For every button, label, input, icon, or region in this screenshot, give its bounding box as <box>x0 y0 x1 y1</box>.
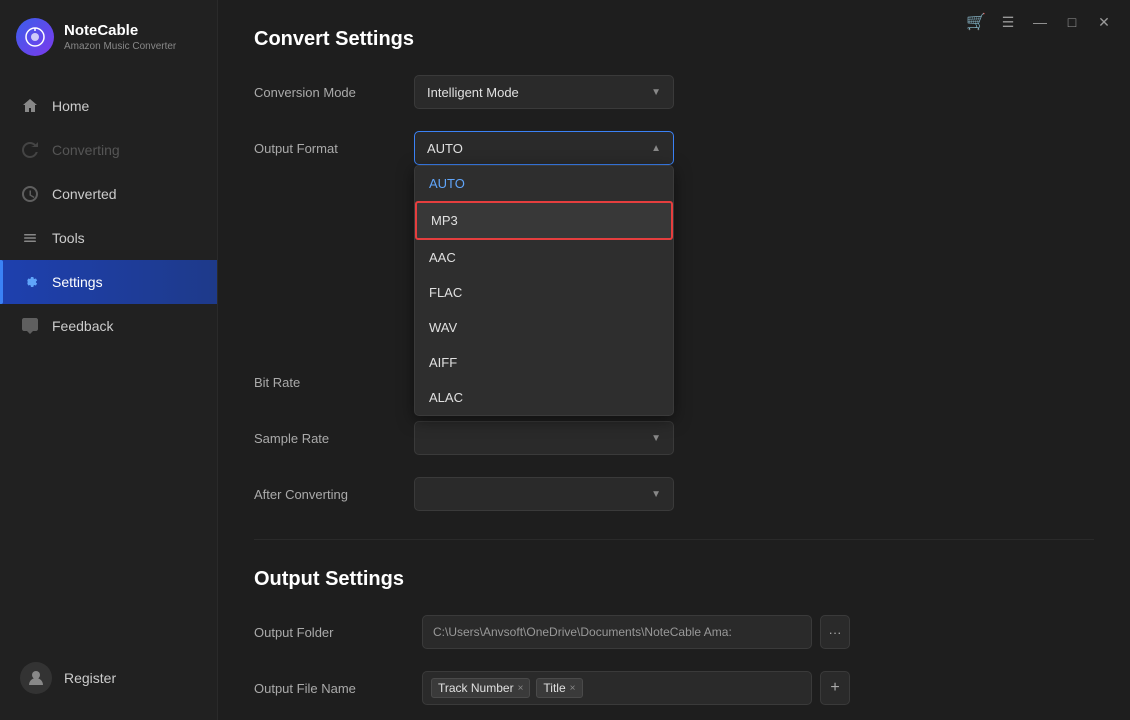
conversion-mode-row: Conversion Mode Intelligent Mode ▼ <box>254 75 1094 109</box>
output-folder-row: Output Folder C:\Users\Anvsoft\OneDrive\… <box>254 615 1094 649</box>
logo-text: NoteCable Amazon Music Converter <box>64 22 176 53</box>
format-option-aiff[interactable]: AIFF <box>415 345 673 380</box>
conversion-mode-select[interactable]: Intelligent Mode ▼ <box>414 75 674 109</box>
format-option-alac[interactable]: ALAC <box>415 380 673 415</box>
conversion-mode-value: Intelligent Mode <box>427 85 519 100</box>
section-divider-1 <box>254 539 1094 540</box>
refresh-icon <box>20 140 40 160</box>
tag-track-number-label: Track Number <box>438 681 514 695</box>
after-converting-control: ▼ <box>414 477 674 511</box>
output-format-control: AUTO ▲ AUTO MP3 AAC FLAC WAV AIFF ALAC <box>414 131 674 165</box>
register-label: Register <box>64 670 116 686</box>
sidebar-item-tools[interactable]: Tools <box>0 216 217 260</box>
maximize-button[interactable]: □ <box>1058 8 1086 36</box>
sidebar-item-converted-label: Converted <box>52 186 117 202</box>
format-dropdown: AUTO MP3 AAC FLAC WAV AIFF ALAC <box>414 165 674 416</box>
clock-icon <box>20 184 40 204</box>
output-format-arrow: ▲ <box>651 143 661 154</box>
feedback-icon <box>20 316 40 336</box>
output-format-select[interactable]: AUTO ▲ <box>414 131 674 165</box>
sample-rate-arrow: ▼ <box>651 433 661 444</box>
sidebar-item-converting-label: Converting <box>52 142 120 158</box>
tag-title: Title × <box>536 678 582 698</box>
logo-icon <box>16 18 54 56</box>
conversion-mode-label: Conversion Mode <box>254 85 414 100</box>
after-converting-label: After Converting <box>254 487 414 502</box>
after-converting-row: After Converting ▼ <box>254 477 1094 511</box>
tag-track-number-close[interactable]: × <box>518 683 524 694</box>
app-title: NoteCable <box>64 22 176 40</box>
bit-rate-row: Bit Rate ▼ <box>254 365 1094 399</box>
format-option-auto[interactable]: AUTO <box>415 166 673 201</box>
after-converting-select[interactable]: ▼ <box>414 477 674 511</box>
sidebar-item-feedback[interactable]: Feedback <box>0 304 217 348</box>
output-folder-value: C:\Users\Anvsoft\OneDrive\Documents\Note… <box>433 625 732 639</box>
conversion-mode-control: Intelligent Mode ▼ <box>414 75 674 109</box>
sidebar-item-tools-label: Tools <box>52 230 85 246</box>
sidebar-item-settings-label: Settings <box>52 274 103 290</box>
format-option-aac[interactable]: AAC <box>415 240 673 275</box>
bit-rate-label: Bit Rate <box>254 375 414 390</box>
active-indicator <box>0 260 3 304</box>
output-format-value: AUTO <box>427 141 463 156</box>
sample-rate-row: Sample Rate ▼ <box>254 421 1094 455</box>
main-content: 🛒 ☰ — □ ✕ Convert Settings Conversion Mo… <box>218 0 1130 720</box>
after-converting-arrow: ▼ <box>651 489 661 500</box>
output-settings-title: Output Settings <box>254 568 1094 591</box>
format-option-wav[interactable]: WAV <box>415 310 673 345</box>
titlebar: 🛒 ☰ — □ ✕ <box>950 0 1130 44</box>
app-subtitle: Amazon Music Converter <box>64 40 176 53</box>
output-filename-row: Output File Name Track Number × Title × … <box>254 671 1094 705</box>
sidebar-item-home[interactable]: Home <box>0 84 217 128</box>
output-folder-label: Output Folder <box>254 625 414 640</box>
sidebar: NoteCable Amazon Music Converter Home Co… <box>0 0 218 720</box>
format-option-mp3[interactable]: MP3 <box>415 201 673 240</box>
sample-rate-label: Sample Rate <box>254 431 414 446</box>
register-item[interactable]: Register <box>0 652 217 704</box>
sidebar-item-feedback-label: Feedback <box>52 318 113 334</box>
app-logo: NoteCable Amazon Music Converter <box>0 0 217 76</box>
register-avatar <box>20 662 52 694</box>
tag-title-label: Title <box>543 681 565 695</box>
home-icon <box>20 96 40 116</box>
output-format-label: Output Format <box>254 141 414 156</box>
close-button[interactable]: ✕ <box>1090 8 1118 36</box>
sidebar-item-home-label: Home <box>52 98 89 114</box>
sample-rate-select[interactable]: ▼ <box>414 421 674 455</box>
menu-button[interactable]: ☰ <box>994 8 1022 36</box>
sidebar-item-settings[interactable]: Settings <box>0 260 217 304</box>
settings-icon <box>20 272 40 292</box>
tag-title-close[interactable]: × <box>570 683 576 694</box>
sidebar-item-converting[interactable]: Converting <box>0 128 217 172</box>
tags-input[interactable]: Track Number × Title × <box>422 671 812 705</box>
output-format-row: Output Format AUTO ▲ AUTO MP3 AAC FLAC W… <box>254 131 1094 165</box>
conversion-mode-arrow: ▼ <box>651 87 661 98</box>
tag-track-number: Track Number × <box>431 678 530 698</box>
minimize-button[interactable]: — <box>1026 8 1054 36</box>
output-folder-input[interactable]: C:\Users\Anvsoft\OneDrive\Documents\Note… <box>422 615 812 649</box>
add-tag-button[interactable]: + <box>820 671 850 705</box>
sidebar-item-converted[interactable]: Converted <box>0 172 217 216</box>
output-file-name-label: Output File Name <box>254 681 414 696</box>
tools-icon <box>20 228 40 248</box>
cart-button[interactable]: 🛒 <box>962 8 990 36</box>
sidebar-bottom: Register <box>0 640 217 720</box>
sidebar-nav: Home Converting Converted <box>0 76 217 640</box>
sample-rate-control: ▼ <box>414 421 674 455</box>
browse-button[interactable]: ··· <box>820 615 850 649</box>
format-option-flac[interactable]: FLAC <box>415 275 673 310</box>
